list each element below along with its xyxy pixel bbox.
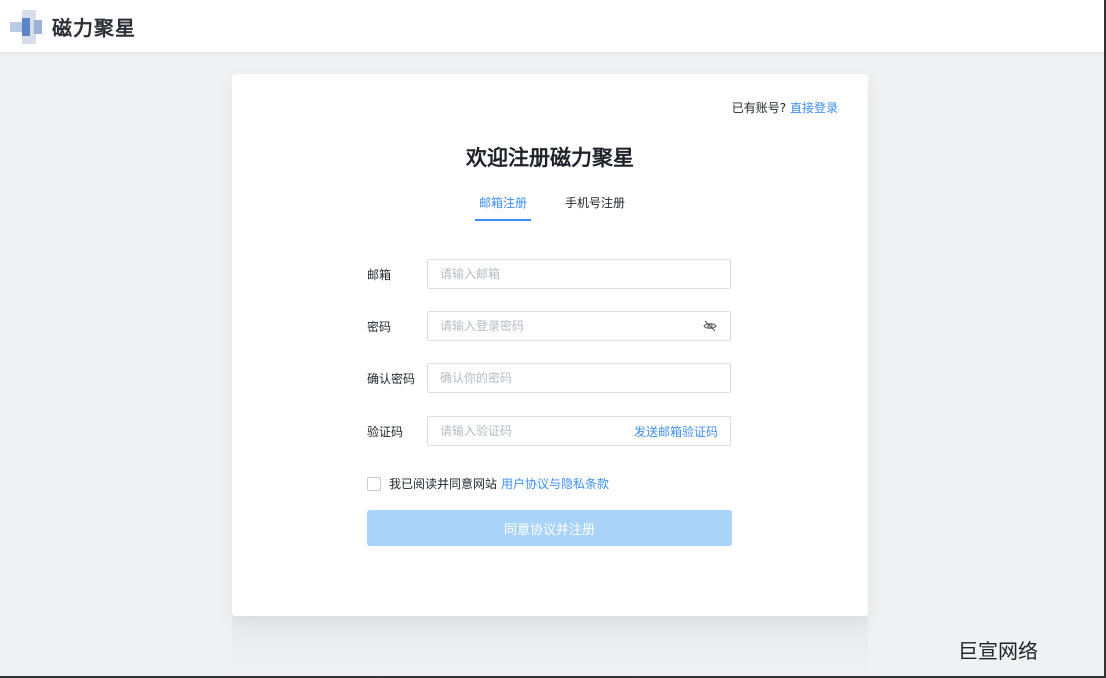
confirm-password-field-box [427, 363, 731, 393]
code-row: 验证码 发送邮箱验证码 [367, 416, 732, 446]
email-input[interactable] [440, 267, 718, 281]
register-card: 已有账号? 直接登录 欢迎注册磁力聚星 邮箱注册 手机号注册 邮箱 密码 [232, 74, 868, 616]
login-link[interactable]: 直接登录 [790, 101, 838, 115]
verification-code-input[interactable] [440, 424, 634, 438]
agreement-link[interactable]: 用户协议与隐私条款 [501, 475, 609, 492]
top-bar: 磁力聚星 [0, 0, 1104, 52]
password-field-box [427, 311, 731, 341]
confirm-password-label: 确认密码 [367, 371, 416, 386]
login-hint: 已有账号? 直接登录 [732, 99, 838, 116]
register-submit-button[interactable]: 同意协议并注册 [367, 510, 732, 546]
tab-email-register[interactable]: 邮箱注册 [474, 194, 531, 221]
watermark-text: 巨宣网络 [958, 639, 1038, 663]
email-label: 邮箱 [367, 267, 392, 282]
login-hint-text: 已有账号? [731, 101, 787, 115]
confirm-password-row: 确认密码 [367, 363, 732, 393]
register-tabs: 邮箱注册 手机号注册 [232, 194, 868, 221]
card-shadow [232, 616, 868, 676]
agreement-checkbox[interactable] [367, 476, 381, 491]
agreement-row: 我已阅读并同意网站 用户协议与隐私条款 [367, 475, 609, 492]
password-label: 密码 [367, 319, 392, 334]
code-label: 验证码 [367, 424, 404, 439]
brand-name[interactable]: 磁力聚星 [52, 12, 136, 41]
eye-off-icon[interactable] [702, 318, 718, 334]
password-input[interactable] [440, 319, 702, 333]
page-frame: 磁力聚星 已有账号? 直接登录 欢迎注册磁力聚星 邮箱注册 手机号注册 邮箱 密… [0, 0, 1106, 678]
code-field-box: 发送邮箱验证码 [427, 416, 731, 446]
tab-phone-register[interactable]: 手机号注册 [565, 194, 625, 221]
confirm-password-input[interactable] [440, 371, 718, 385]
send-email-code-button[interactable]: 发送邮箱验证码 [634, 423, 718, 440]
password-row: 密码 [367, 311, 732, 341]
page-title: 欢迎注册磁力聚星 [466, 146, 634, 170]
email-field-box [427, 259, 731, 289]
email-row: 邮箱 [367, 259, 732, 289]
brand-logo-icon[interactable] [10, 10, 44, 44]
agreement-text: 我已阅读并同意网站 [389, 477, 498, 491]
